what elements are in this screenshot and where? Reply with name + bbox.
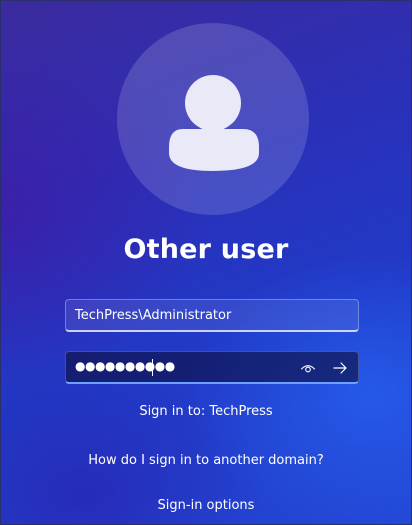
user-title: Other user <box>123 234 289 265</box>
user-avatar <box>117 23 309 215</box>
password-field[interactable]: ●●●●●●●●●● <box>65 351 359 384</box>
username-value: TechPress\Administrator <box>75 307 232 323</box>
password-mask: ●●●●●●●●●● <box>75 359 175 373</box>
sign-in-options-link[interactable]: Sign-in options <box>1 498 411 513</box>
other-domain-link[interactable]: How do I sign in to another domain? <box>1 453 411 468</box>
sign-in-domain-label: Sign in to: TechPress <box>139 404 273 419</box>
eye-icon[interactable] <box>300 360 316 376</box>
username-field[interactable]: TechPress\Administrator <box>65 299 359 332</box>
lock-screen: Other user TechPress\Administrator ●●●●●… <box>0 0 412 525</box>
text-caret <box>152 359 153 376</box>
user-silhouette-icon <box>169 75 259 171</box>
arrow-right-icon[interactable] <box>332 360 348 376</box>
